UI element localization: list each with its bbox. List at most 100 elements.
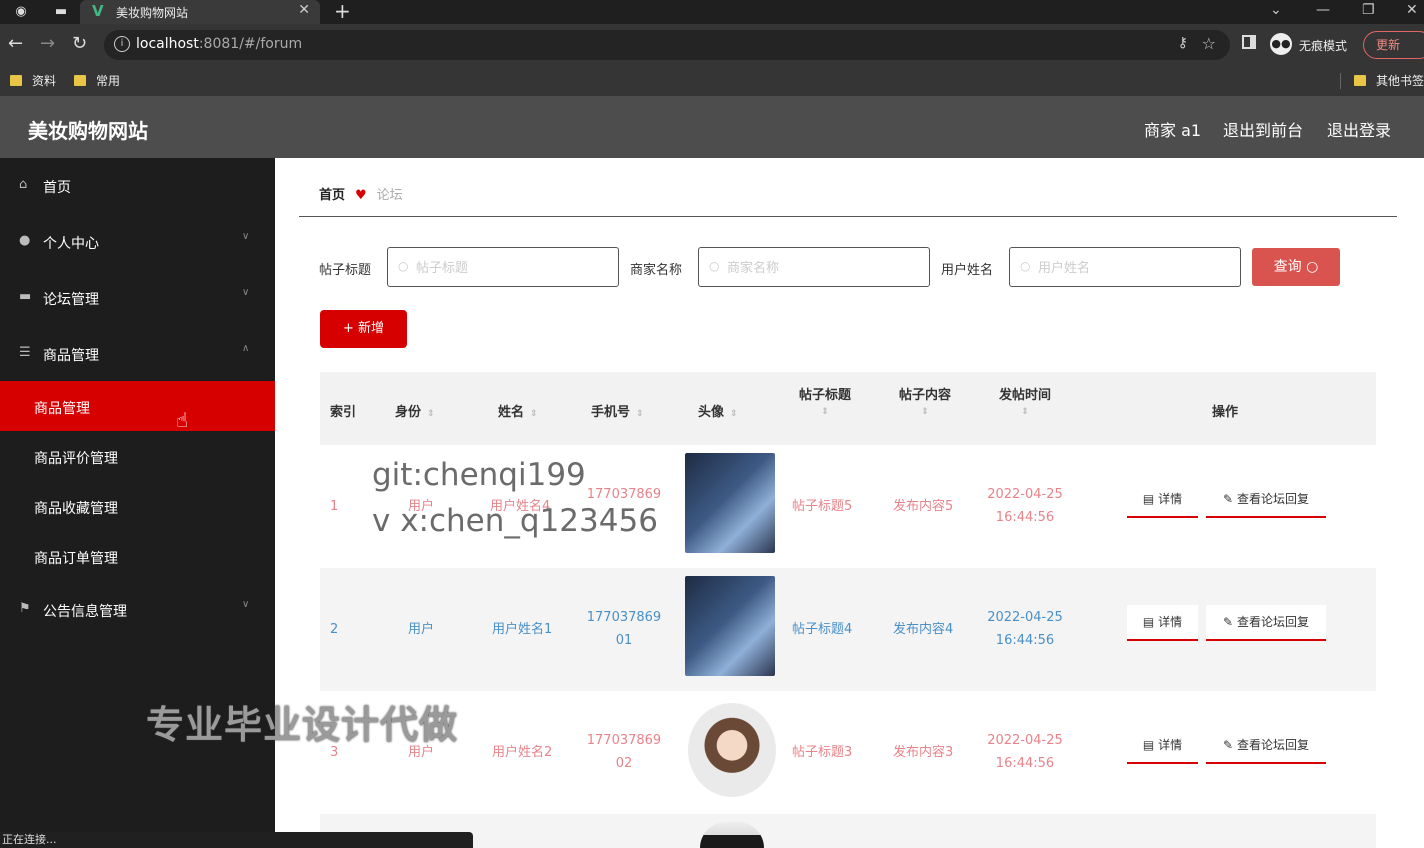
column-header[interactable]: 手机号 ⇕ bbox=[591, 401, 644, 420]
breadcrumb-home[interactable]: 首页 bbox=[319, 188, 345, 203]
active-tab[interactable]: V 美妆购物网站 ✕ bbox=[80, 0, 320, 24]
document-icon: ▤ bbox=[1142, 738, 1155, 752]
watermark-banner: 专业毕业设计代做 bbox=[146, 703, 459, 747]
column-header[interactable]: 帖子内容 ⇕ bbox=[897, 384, 953, 418]
row-content: 发布内容4 bbox=[893, 622, 954, 637]
edit-icon: ✎ bbox=[1223, 615, 1234, 629]
search-icon: ○ bbox=[1306, 259, 1319, 275]
sort-icon: ⇕ bbox=[1021, 407, 1029, 417]
star-icon[interactable]: ☆ bbox=[1202, 34, 1216, 53]
forward-icon[interactable]: → bbox=[40, 33, 55, 54]
watermark-text: git:chenqi199 v x:chen_q123456 bbox=[372, 457, 658, 539]
column-header[interactable]: 身份 ⇕ bbox=[395, 401, 435, 420]
logout-link[interactable]: 退出登录 bbox=[1327, 117, 1391, 141]
column-header[interactable]: 头像 ⇕ bbox=[698, 401, 738, 420]
row-index: 1 bbox=[330, 499, 339, 514]
close-tab-icon[interactable]: ✕ bbox=[298, 2, 310, 18]
sidebar-subitem-reviews[interactable]: 商品评价管理 bbox=[0, 431, 275, 481]
column-header[interactable]: 发帖时间 ⇕ bbox=[997, 384, 1053, 418]
sidebar-item-label: 首页 bbox=[43, 180, 71, 196]
bookmarks-divider bbox=[1340, 73, 1341, 89]
table-row: 3 用户 用户姓名2 177037869 02 帖子标题3 发布内容3 2022-… bbox=[320, 691, 1376, 814]
side-panel-icon[interactable] bbox=[1242, 35, 1256, 49]
title-filter-label: 帖子标题 bbox=[319, 263, 372, 278]
sidebar-subitem-goods[interactable]: 商品管理 bbox=[0, 381, 275, 431]
forum-icon: ▬ bbox=[19, 289, 32, 304]
view-replies-button[interactable]: ✎ 查看论坛回复 bbox=[1206, 482, 1326, 518]
site-title: 美妆购物网站 bbox=[28, 119, 148, 143]
add-button[interactable]: + 新增 bbox=[320, 310, 407, 348]
back-icon[interactable]: ← bbox=[8, 33, 23, 54]
sidebar-item-label: 个人中心 bbox=[43, 236, 99, 252]
column-header[interactable]: 帖子标题 ⇕ bbox=[797, 384, 853, 418]
forum-table: 索引 身份 ⇕ 姓名 ⇕ 手机号 ⇕ 头像 ⇕ 帖子标题 ⇕ 帖子内容 ⇕ 发帖时间 ⇕ 操作… bbox=[320, 372, 1376, 848]
tab-overview-icon[interactable]: ▬ bbox=[52, 3, 70, 21]
user-filter[interactable]: ○ bbox=[1009, 247, 1241, 287]
row-phone: 177037869 02 bbox=[586, 733, 662, 771]
minimize-icon[interactable]: — bbox=[1316, 2, 1330, 18]
back-to-front-link[interactable]: 退出到前台 bbox=[1223, 117, 1303, 141]
row-title: 帖子标题4 bbox=[792, 622, 853, 637]
avatar[interactable] bbox=[685, 453, 775, 553]
search-button-label: 查询 bbox=[1273, 259, 1302, 275]
vue-logo-icon: V bbox=[92, 2, 104, 20]
search-button[interactable]: 查询 ○ bbox=[1252, 248, 1340, 286]
address-bar[interactable]: i localhost:8081/#/forum ⚷ ☆ bbox=[104, 30, 1230, 60]
other-bookmarks[interactable]: 其他书签 bbox=[1354, 72, 1424, 89]
sidebar-item-forum[interactable]: ▬ 论坛管理 ∨ bbox=[0, 272, 275, 322]
restore-icon[interactable]: ❐ bbox=[1362, 2, 1375, 18]
row-role: 用户 bbox=[408, 622, 435, 637]
sidebar-item-goods[interactable]: ☰ 商品管理 ∧ bbox=[0, 328, 275, 378]
user-search-input[interactable] bbox=[1038, 257, 1233, 277]
avatar[interactable] bbox=[700, 822, 764, 848]
row-name: 用户姓名1 bbox=[492, 622, 553, 637]
view-replies-button[interactable]: ✎ 查看论坛回复 bbox=[1206, 728, 1326, 764]
browser-toolbar: ← → ↻ i localhost:8081/#/forum ⚷ ☆ ●● 无痕… bbox=[0, 24, 1424, 66]
update-button[interactable]: 更新 bbox=[1363, 31, 1424, 59]
avatar[interactable] bbox=[688, 703, 776, 797]
breadcrumb-current: 论坛 bbox=[376, 188, 403, 203]
edit-icon: ✎ bbox=[1223, 492, 1234, 506]
sort-icon: ⇕ bbox=[730, 409, 738, 419]
merchant-filter[interactable]: ○ bbox=[698, 247, 930, 287]
globe-icon[interactable]: ◉ bbox=[12, 3, 30, 21]
close-window-icon[interactable]: ✕ bbox=[1406, 2, 1418, 18]
incognito-icon[interactable]: ●● bbox=[1270, 33, 1292, 55]
merchant-search-input[interactable] bbox=[727, 257, 922, 277]
document-icon: ▤ bbox=[1142, 615, 1155, 629]
sidebar-item-home[interactable]: ⌂ 首页 bbox=[0, 160, 275, 210]
folder-icon bbox=[1354, 75, 1366, 86]
sort-icon: ⇕ bbox=[427, 409, 435, 419]
info-icon[interactable]: i bbox=[114, 36, 130, 52]
new-tab-icon[interactable]: + bbox=[334, 0, 351, 22]
detail-button[interactable]: ▤ 详情 bbox=[1127, 605, 1198, 641]
view-replies-button[interactable]: ✎ 查看论坛回复 bbox=[1206, 605, 1326, 641]
tab-title: 美妆购物网站 bbox=[116, 6, 189, 20]
heart-icon: ♥ bbox=[355, 188, 367, 203]
sidebar-subitem-favorites[interactable]: 商品收藏管理 bbox=[0, 481, 275, 531]
app-header: 美妆购物网站 商家 a1 退出到前台 退出登录 bbox=[0, 96, 1424, 158]
row-time: 2022-04-25 16:44:56 bbox=[987, 733, 1063, 771]
reload-icon[interactable]: ↻ bbox=[72, 33, 87, 54]
sidebar-item-label: 公告信息管理 bbox=[43, 604, 127, 620]
row-content: 发布内容3 bbox=[893, 745, 954, 760]
row-title: 帖子标题5 bbox=[792, 499, 853, 514]
sidebar-item-personal-center[interactable]: ● 个人中心 ∨ bbox=[0, 216, 275, 266]
title-search-input[interactable] bbox=[416, 257, 611, 277]
sort-icon: ⇕ bbox=[821, 407, 829, 417]
detail-button[interactable]: ▤ 详情 bbox=[1127, 482, 1198, 518]
chevron-down-icon[interactable]: ⌄ bbox=[1270, 2, 1282, 18]
sort-icon: ⇕ bbox=[636, 409, 644, 419]
column-header[interactable]: 姓名 ⇕ bbox=[498, 401, 538, 420]
sidebar-item-label: 商品收藏管理 bbox=[34, 501, 118, 517]
sidebar-item-announcements[interactable]: ⚑ 公告信息管理 ∨ bbox=[0, 584, 275, 634]
title-filter[interactable]: ○ bbox=[387, 247, 619, 287]
avatar[interactable] bbox=[685, 576, 775, 676]
sidebar-subitem-orders[interactable]: 商品订单管理 bbox=[0, 531, 275, 581]
key-icon[interactable]: ⚷ bbox=[1178, 35, 1188, 51]
sort-icon: ⇕ bbox=[921, 407, 929, 417]
detail-button[interactable]: ▤ 详情 bbox=[1127, 728, 1198, 764]
home-icon: ⌂ bbox=[19, 177, 28, 192]
bookmark-folder[interactable]: 常用 bbox=[74, 72, 120, 89]
bookmark-folder[interactable]: 资料 bbox=[10, 72, 56, 89]
